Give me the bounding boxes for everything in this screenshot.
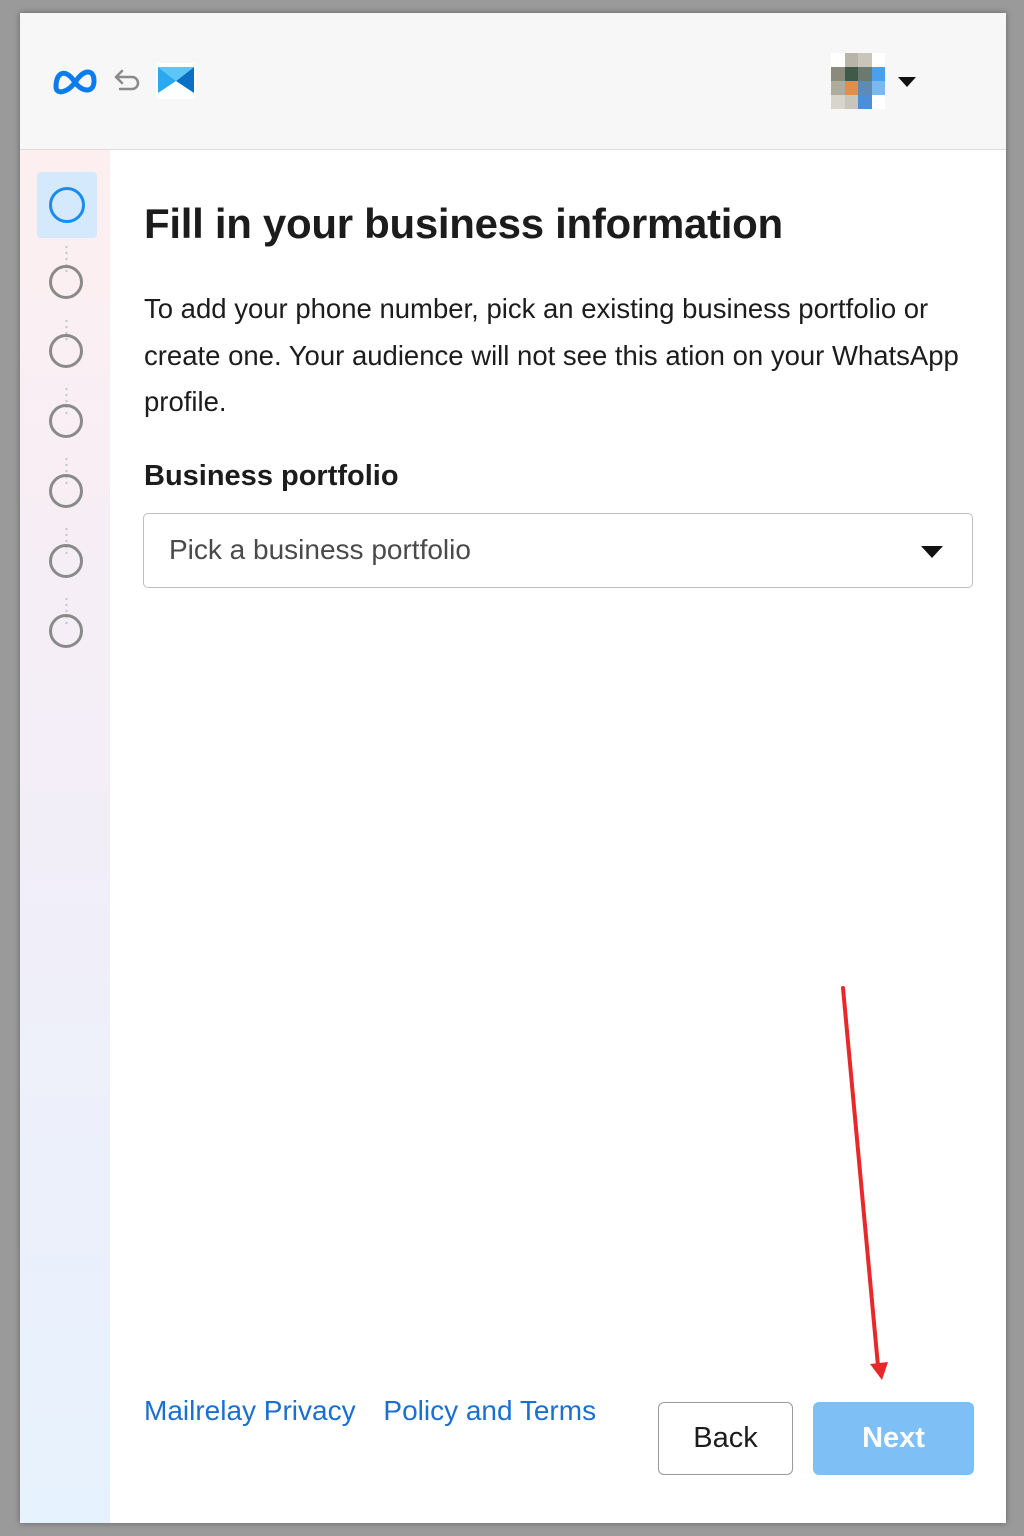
privacy-link[interactable]: Mailrelay Privacy bbox=[144, 1395, 356, 1426]
step-2-indicator bbox=[49, 265, 83, 299]
select-placeholder: Pick a business portfolio bbox=[169, 534, 471, 565]
mailrelay-logo-icon bbox=[156, 63, 196, 99]
business-portfolio-select[interactable]: Pick a business portfolio bbox=[143, 513, 973, 588]
meta-logo-icon bbox=[53, 69, 97, 95]
step-6-indicator bbox=[49, 544, 83, 578]
step-4-indicator bbox=[49, 404, 83, 438]
progress-sidebar bbox=[20, 150, 110, 1523]
page-description: To add your phone number, pick an existi… bbox=[144, 293, 959, 417]
back-button[interactable]: Back bbox=[658, 1402, 793, 1475]
business-portfolio-label: Business portfolio bbox=[144, 460, 399, 492]
next-button[interactable]: Next bbox=[813, 1402, 974, 1475]
header-bar bbox=[20, 13, 1006, 150]
account-avatar[interactable] bbox=[831, 53, 885, 109]
chevron-down-icon bbox=[921, 546, 943, 558]
swap-arrow-icon bbox=[114, 69, 140, 91]
dialog-window: Fill in your business information To add… bbox=[20, 13, 1006, 1523]
caret-down-icon[interactable] bbox=[896, 75, 918, 89]
step-3-indicator bbox=[49, 334, 83, 368]
footer-links: Mailrelay Privacy Policy and Terms bbox=[144, 1395, 616, 1427]
terms-link[interactable]: Policy and Terms bbox=[383, 1395, 596, 1426]
page-title: Fill in your business information bbox=[144, 200, 783, 247]
step-7-indicator bbox=[49, 614, 83, 648]
step-5-indicator bbox=[49, 474, 83, 508]
logo-group bbox=[52, 63, 196, 99]
step-1-indicator bbox=[49, 187, 85, 223]
